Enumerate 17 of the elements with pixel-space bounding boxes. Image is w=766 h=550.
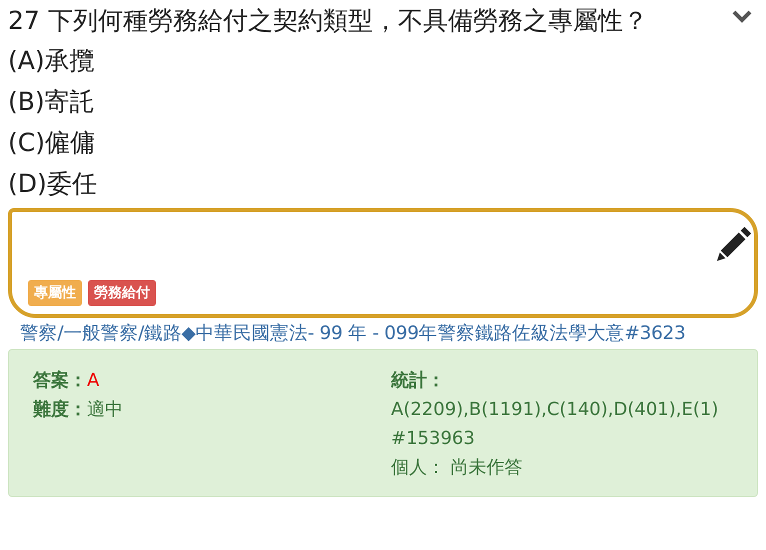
stats-text: A(2209),B(1191),C(140),D(401),E(1) xyxy=(391,399,718,420)
question-text: 27 下列何種勞務給付之契約類型，不具備勞務之專屬性？ xyxy=(8,5,649,37)
tag[interactable]: 勞務給付 xyxy=(88,280,156,306)
pencil-icon[interactable] xyxy=(716,224,754,262)
difficulty-value: 適中 xyxy=(87,399,123,420)
answer-option: (A)承攬 xyxy=(8,40,718,81)
personal-status: 個人： 尚未作答 xyxy=(391,457,523,478)
answer-value: A xyxy=(87,370,100,391)
stats-label: 統計： xyxy=(391,370,445,391)
question-id: #153963 xyxy=(391,428,475,449)
answer-option: (C)僱傭 xyxy=(8,122,718,163)
difficulty-label: 難度： xyxy=(33,399,87,420)
answer-label: 答案： xyxy=(33,370,87,391)
answer-option: (D)委任 xyxy=(8,163,718,204)
source-link[interactable]: 警察/一般警察/鐵路◆中華民國憲法- 99 年 - 099年警察鐵路佐級法學大意#3623 xyxy=(20,321,758,347)
answer-option: (B)寄託 xyxy=(8,81,718,122)
chevron-down-icon[interactable] xyxy=(732,10,752,24)
